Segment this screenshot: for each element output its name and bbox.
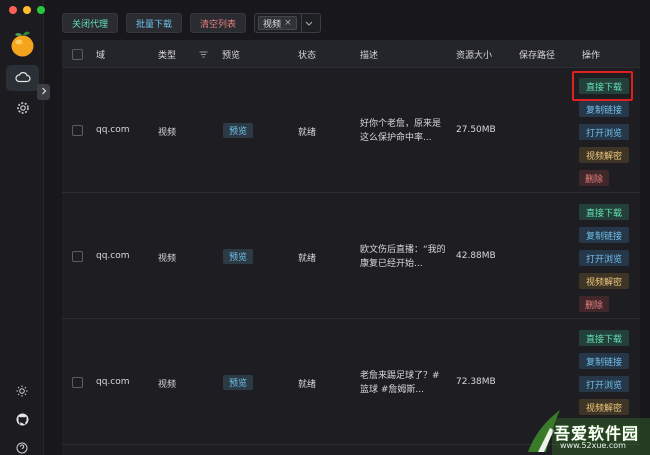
- orange-logo-icon: [10, 30, 35, 57]
- gear-icon: [16, 101, 30, 118]
- decrypt-video-button[interactable]: 视频解密: [579, 147, 629, 163]
- cell-status: 就绪: [298, 254, 317, 264]
- cell-status: 就绪: [298, 128, 317, 138]
- header-preview: 预览: [222, 50, 241, 61]
- open-browser-button[interactable]: 打开浏览: [579, 124, 629, 140]
- cell-status: 就绪: [298, 380, 317, 390]
- window-close-button[interactable]: [9, 6, 17, 14]
- sun-icon: [16, 385, 28, 400]
- batch-download-button[interactable]: 批量下载: [126, 13, 183, 33]
- filter-tag-close-icon[interactable]: ×: [284, 18, 292, 28]
- sidebar-toggle-button[interactable]: [37, 84, 50, 100]
- open-browser-button[interactable]: 打开浏览: [579, 376, 629, 392]
- cell-description: 好你个老詹，原来是这么保护命中率...: [360, 119, 442, 143]
- delete-button[interactable]: 删除: [579, 296, 609, 312]
- resource-table: 域 类型 预览 状态 描述 资源大小 保存路径 操作 qq.com 视频 预览 …: [62, 40, 640, 455]
- highlight-box: [572, 71, 633, 101]
- table-row: qq.com 视频 预览 就绪 好你个老詹，原来是这么保护命中率... 27.5…: [62, 68, 640, 193]
- cell-size: 27.50MB: [456, 125, 496, 135]
- toolbar: 关闭代理 批量下载 清空列表 视频 ×: [62, 13, 321, 33]
- select-all-checkbox[interactable]: [72, 40, 83, 68]
- help-icon: [16, 442, 28, 455]
- preview-button[interactable]: 预览: [223, 375, 254, 390]
- table-header: 域 类型 预览 状态 描述 资源大小 保存路径 操作: [62, 40, 640, 68]
- cell-description: 欧文伤后直播：“我的康复已经开始...: [360, 245, 446, 269]
- clear-list-button[interactable]: 清空列表: [190, 13, 247, 33]
- copy-link-button[interactable]: 复制链接: [579, 227, 629, 243]
- header-domain: 域: [96, 50, 106, 61]
- copy-link-button[interactable]: 复制链接: [579, 101, 629, 117]
- copy-link-button[interactable]: 复制链接: [579, 353, 629, 369]
- cell-size: 72.38MB: [456, 377, 496, 387]
- watermark-url: www.52xue.com: [560, 441, 626, 450]
- chevron-down-icon[interactable]: [300, 14, 317, 32]
- cell-type: 视频: [158, 254, 177, 264]
- header-description: 描述: [360, 50, 379, 61]
- cell-size: 42.88MB: [456, 251, 496, 261]
- table-row: qq.com 视频 预览 就绪 欧文伤后直播：“我的康复已经开始... 42.8…: [62, 194, 640, 319]
- decrypt-video-button[interactable]: 视频解密: [579, 273, 629, 289]
- header-size: 资源大小: [456, 50, 493, 61]
- row-actions: 直接下载 复制链接 打开浏览 视频解密 删除: [579, 204, 631, 312]
- cell-type: 视频: [158, 380, 177, 390]
- direct-download-button[interactable]: 直接下载: [579, 330, 629, 346]
- help-button[interactable]: [14, 441, 30, 455]
- chevron-right-icon: [41, 87, 47, 98]
- direct-download-button[interactable]: 直接下载: [579, 204, 629, 220]
- github-button[interactable]: [14, 413, 30, 429]
- header-status: 状态: [298, 50, 317, 61]
- cell-domain: qq.com: [96, 251, 130, 261]
- filter-tag-label: 视频: [263, 19, 282, 30]
- cell-description: 老詹来踢足球了？#篮球 #詹姆斯...: [360, 371, 440, 395]
- theme-toggle-button[interactable]: [14, 384, 30, 400]
- close-proxy-button[interactable]: 关闭代理: [62, 13, 119, 33]
- header-actions: 操作: [582, 50, 601, 61]
- filter-tag: 视频 ×: [258, 16, 297, 30]
- github-icon: [16, 413, 29, 429]
- preview-button[interactable]: 预览: [223, 249, 254, 264]
- header-save-path: 保存路径: [519, 50, 556, 61]
- cell-domain: qq.com: [96, 125, 130, 135]
- type-filter-select[interactable]: 视频 ×: [254, 13, 321, 33]
- header-type: 类型: [158, 50, 177, 61]
- preview-button[interactable]: 预览: [223, 123, 254, 138]
- cloud-icon: [14, 71, 31, 86]
- window-maximize-button[interactable]: [37, 6, 45, 14]
- sidebar: [0, 0, 45, 455]
- filter-icon[interactable]: [199, 40, 208, 68]
- cell-type: 视频: [158, 128, 177, 138]
- row-checkbox[interactable]: [72, 377, 83, 388]
- nav-settings-button[interactable]: [6, 96, 39, 122]
- delete-button[interactable]: 删除: [579, 170, 609, 186]
- nav-cloud-button[interactable]: [6, 65, 39, 91]
- window-minimize-button[interactable]: [23, 6, 31, 14]
- cell-domain: qq.com: [96, 377, 130, 387]
- open-browser-button[interactable]: 打开浏览: [579, 250, 629, 266]
- row-checkbox[interactable]: [72, 251, 83, 262]
- row-checkbox[interactable]: [72, 125, 83, 136]
